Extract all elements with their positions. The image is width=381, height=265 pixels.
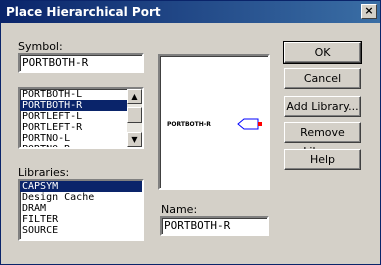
library-list-item[interactable]: DRAM xyxy=(20,203,142,214)
preview-port-label: PORTBOTH-R xyxy=(167,121,211,128)
title-bar: Place Hierarchical Port xyxy=(1,1,380,23)
chevron-up-icon: ▲ xyxy=(131,92,138,101)
port-pin-icon xyxy=(258,122,262,126)
port-shape-icon xyxy=(237,118,259,130)
close-icon: × xyxy=(364,4,374,17)
name-label: Name: xyxy=(161,203,198,216)
scroll-down-button[interactable]: ▼ xyxy=(127,132,142,147)
libraries-label: Libraries: xyxy=(18,166,70,179)
symbol-list-item[interactable]: PORTNO-L xyxy=(20,133,142,144)
dialog-title: Place Hierarchical Port xyxy=(6,5,161,19)
help-button[interactable]: Help xyxy=(284,149,361,170)
symbol-list-item[interactable]: PORTLEFT-L xyxy=(20,111,142,122)
scroll-thumb[interactable] xyxy=(127,107,142,123)
chevron-down-icon: ▼ xyxy=(131,135,138,144)
cancel-button[interactable]: Cancel xyxy=(284,68,361,89)
name-input[interactable]: PORTBOTH-R xyxy=(160,216,269,236)
library-list-item[interactable]: SOURCE xyxy=(20,225,142,236)
remove-library-button[interactable]: Remove Library xyxy=(284,122,361,158)
library-list-item[interactable]: FILTER xyxy=(20,214,142,225)
symbol-list-scrollbar[interactable]: ▲ ▼ xyxy=(127,89,142,147)
library-list-item[interactable]: CAPSYM xyxy=(20,181,142,192)
port-preview-graphic: PORTBOTH-R xyxy=(167,118,262,130)
symbol-list-item[interactable]: PORTNO-R xyxy=(20,144,142,147)
symbol-list-item[interactable]: PORTBOTH-R xyxy=(20,100,142,111)
libraries-list[interactable]: CAPSYM Design Cache DRAM FILTER SOURCE xyxy=(18,179,144,241)
symbol-input[interactable]: PORTBOTH-R xyxy=(18,53,144,73)
ok-button[interactable]: OK xyxy=(283,41,362,64)
symbol-list-item[interactable]: PORTBOTH-L xyxy=(20,89,142,100)
close-button[interactable]: × xyxy=(361,4,377,19)
dialog-window: Place Hierarchical Port × Symbol: PORTBO… xyxy=(0,0,381,265)
add-library-button[interactable]: Add Library... xyxy=(284,96,361,117)
scroll-up-button[interactable]: ▲ xyxy=(127,89,142,104)
symbol-label: Symbol: xyxy=(18,40,63,53)
library-list-item[interactable]: Design Cache xyxy=(20,192,142,203)
symbol-preview: PORTBOTH-R xyxy=(158,54,270,190)
symbol-list-item[interactable]: PORTLEFT-R xyxy=(20,122,142,133)
symbol-list[interactable]: PORTBOTH-L PORTBOTH-R PORTLEFT-L PORTLEFT-R… xyxy=(18,87,144,149)
